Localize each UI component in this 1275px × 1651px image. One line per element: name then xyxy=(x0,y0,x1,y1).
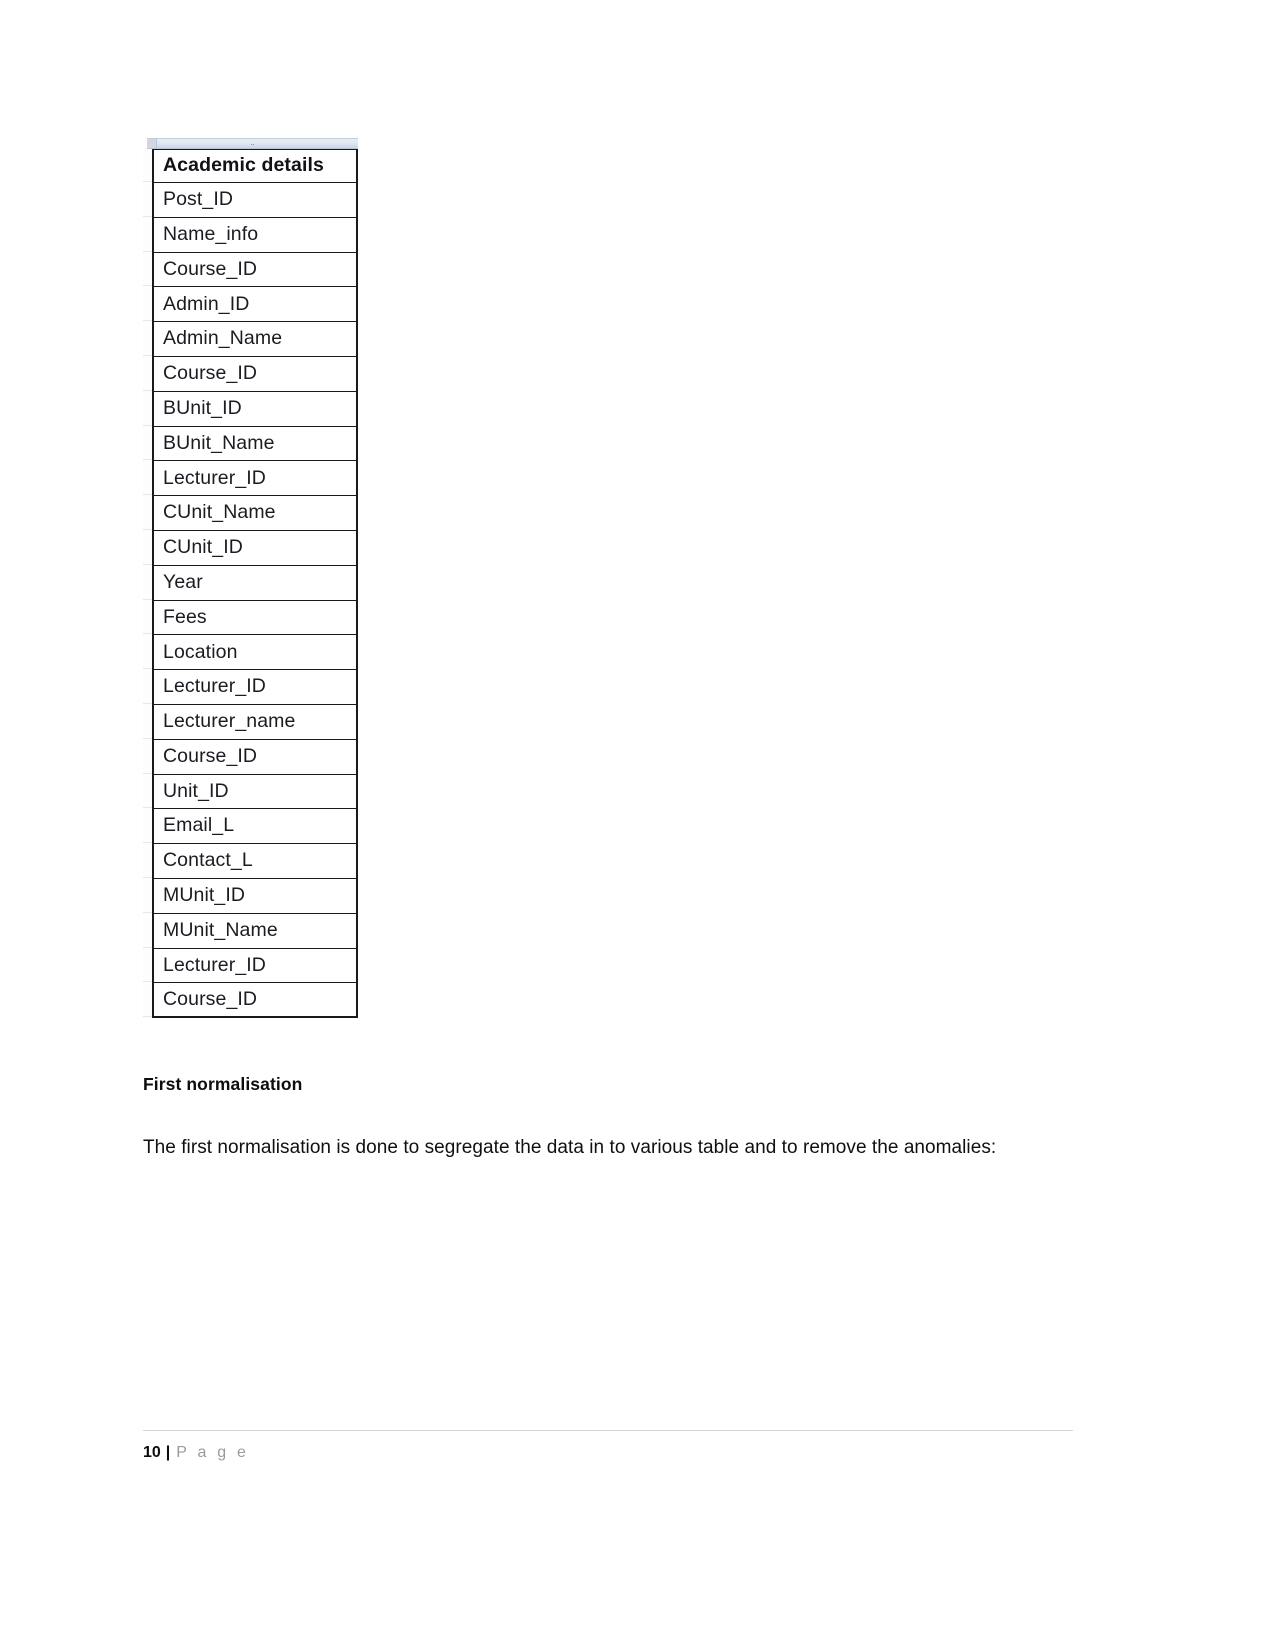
page-footer: 10 | P a g e xyxy=(143,1430,1073,1462)
table-row: Lecturer_name xyxy=(154,705,356,740)
gutter-cell xyxy=(143,529,152,565)
footer-content: 10 | P a g e xyxy=(143,1444,1073,1462)
gutter-cell xyxy=(143,355,152,391)
table-row: Course_ID xyxy=(154,983,356,1019)
gutter-cell xyxy=(143,843,152,878)
document-page: .. Academic details Post_ID Name_info Co… xyxy=(0,0,1275,1651)
table-row: BUnit_Name xyxy=(154,427,356,462)
footer-page-label: P a g e xyxy=(176,1444,250,1461)
gutter-cell xyxy=(143,216,152,252)
table-row: Location xyxy=(154,635,356,671)
spreadsheet-column: Academic details Post_ID Name_info Cours… xyxy=(152,149,358,1019)
spreadsheet-body: Academic details Post_ID Name_info Cours… xyxy=(143,149,358,1019)
table-row: Contact_L xyxy=(154,844,356,879)
gutter-cell xyxy=(143,564,152,600)
table-row: Email_L xyxy=(154,809,356,845)
spreadsheet-image-block: .. Academic details Post_ID Name_info Co… xyxy=(143,138,358,1019)
footer-separator: | xyxy=(165,1444,171,1461)
table-row: CUnit_ID xyxy=(154,531,356,566)
spreadsheet-corner-box xyxy=(147,139,157,148)
table-row: Lecturer_ID xyxy=(154,461,356,497)
gutter-cell xyxy=(143,703,152,739)
table-row: MUnit_ID xyxy=(154,879,356,914)
table-row: Course_ID xyxy=(154,253,356,288)
gutter-cell xyxy=(143,495,152,530)
gutter-cell xyxy=(143,634,152,670)
table-row: Lecturer_ID xyxy=(154,949,356,984)
gutter-cell xyxy=(143,425,152,461)
table-row: Unit_ID xyxy=(154,775,356,810)
gutter-cell xyxy=(143,982,152,1018)
gutter-cell xyxy=(143,251,152,287)
gutter-cell xyxy=(143,286,152,322)
footer-page-number: 10 xyxy=(143,1444,161,1461)
table-row: Lecturer_ID xyxy=(154,670,356,705)
table-row: BUnit_ID xyxy=(154,392,356,427)
gutter-cell xyxy=(143,599,152,635)
gutter-cell xyxy=(143,149,152,182)
table-row: Course_ID xyxy=(154,357,356,392)
body-paragraph: The first normalisation is done to segre… xyxy=(143,1137,997,1158)
gutter-cell xyxy=(143,460,152,496)
spreadsheet-column-header-bar: .. xyxy=(147,138,358,149)
gutter-cell xyxy=(143,808,152,844)
gutter-cell xyxy=(143,390,152,426)
table-row: Name_info xyxy=(154,218,356,253)
gutter-cell xyxy=(143,947,152,983)
table-row: Admin_ID xyxy=(154,287,356,323)
footer-divider xyxy=(143,1430,1073,1431)
table-row: MUnit_Name xyxy=(154,914,356,949)
gutter-cell xyxy=(143,321,152,356)
table-row: Fees xyxy=(154,601,356,636)
table-row: Year xyxy=(154,566,356,601)
gutter-cell xyxy=(143,182,152,217)
gutter-cell xyxy=(143,669,152,704)
table-row: CUnit_Name xyxy=(154,496,356,531)
spreadsheet-row-gutter xyxy=(143,149,152,1019)
spreadsheet-column-letter: .. xyxy=(250,140,255,147)
table-row: Post_ID xyxy=(154,183,356,218)
section-heading: First normalisation xyxy=(143,1074,303,1094)
gutter-cell xyxy=(143,773,152,809)
gutter-cell xyxy=(143,912,152,948)
table-header-cell: Academic details xyxy=(154,150,356,183)
gutter-cell xyxy=(143,877,152,913)
table-row: Course_ID xyxy=(154,740,356,775)
table-row: Admin_Name xyxy=(154,322,356,357)
gutter-cell xyxy=(143,738,152,774)
